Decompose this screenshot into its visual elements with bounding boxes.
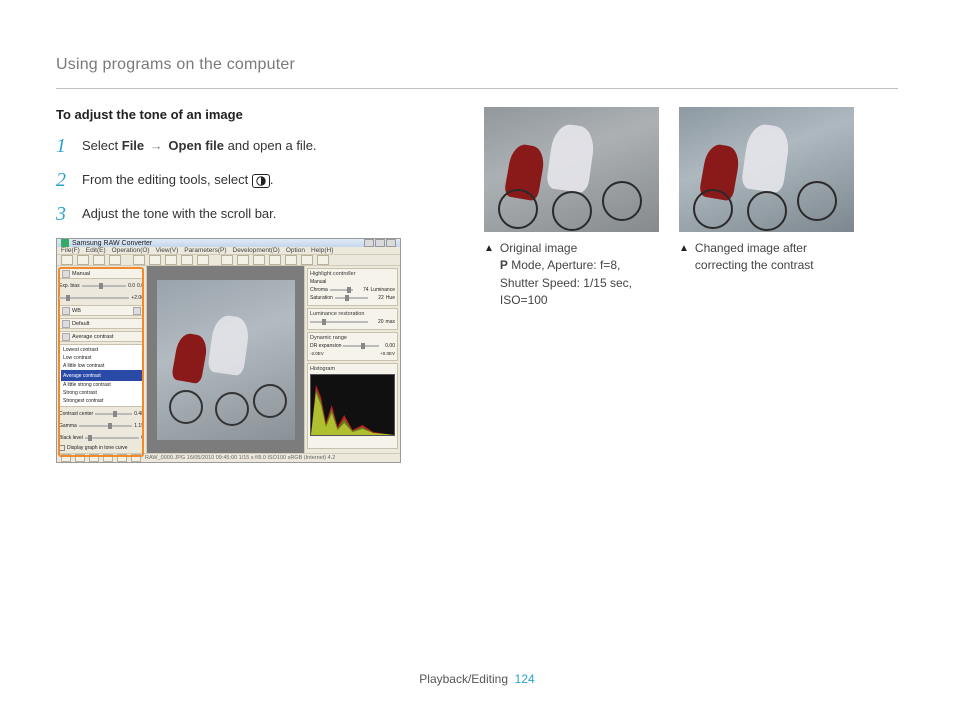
lp-wb[interactable]: WB xyxy=(72,308,81,314)
original-image xyxy=(484,107,659,232)
rp-chroma-label: Chroma xyxy=(310,287,328,293)
lp-gamma-label: Gamma xyxy=(59,423,77,429)
rp-lum-val: 20 xyxy=(370,319,384,325)
page-footer: Playback/Editing 124 xyxy=(0,672,954,686)
triangle-icon: ▲ xyxy=(484,240,494,310)
step-number: 3 xyxy=(56,204,72,224)
triangle-icon: ▲ xyxy=(679,240,689,275)
opt-low[interactable]: Low contrast xyxy=(61,354,142,362)
lp-gamma-value: 1.15 xyxy=(134,423,144,429)
section-title: Using programs on the computer xyxy=(56,56,898,74)
opt-strongest[interactable]: Strongest contrast xyxy=(61,397,142,405)
step-1: 1 Select File → Open file and open a fil… xyxy=(56,136,436,156)
rp-dr: Dynamic range xyxy=(310,335,395,341)
status-text: RAW_0000.JPG 16/05/2010 09:45:00 1/15 s … xyxy=(145,455,335,461)
menu-edit[interactable]: Edit(E) xyxy=(86,247,106,254)
rp-drexp-label: DR expansion xyxy=(310,343,341,349)
left-panel[interactable]: Manual Exp. bias0.00.0 +2.00 WB Default … xyxy=(57,266,147,453)
step-3: 3 Adjust the tone with the scroll bar. xyxy=(56,204,436,224)
menu-view[interactable]: View(V) xyxy=(156,247,179,254)
changed-image xyxy=(679,107,854,232)
cap-l2-b: P xyxy=(500,258,508,272)
footer-page: 124 xyxy=(515,672,535,686)
step-text: Select File → Open file and open a file. xyxy=(82,136,317,156)
histogram xyxy=(310,374,395,436)
rp-lum-label: Luminance xyxy=(371,287,395,293)
step-bold-openfile: Open file xyxy=(168,138,224,153)
opt-lowest[interactable]: Lowest contrast xyxy=(61,346,142,354)
lp-cc-value: 0.48 xyxy=(134,411,144,417)
step-text: Adjust the tone with the scroll bar. xyxy=(82,204,276,224)
step-number: 2 xyxy=(56,170,72,190)
cap-r1: Changed image after xyxy=(695,241,807,255)
rp-drexp-val: 0.00 xyxy=(381,343,395,349)
opt-strong[interactable]: Strong contrast xyxy=(61,389,142,397)
opt-average[interactable]: Average contrast xyxy=(61,370,142,381)
lp-default[interactable]: Default xyxy=(72,321,89,327)
step-post: and open a file. xyxy=(224,138,317,153)
original-caption: ▲ Original image P Mode, Aperture: f=8, … xyxy=(484,240,659,310)
app-menubar[interactable]: File(F) Edit(E) Operation(O) View(V) Par… xyxy=(57,247,400,254)
cap-l3: Shutter Speed: 1/15 sec, xyxy=(500,276,632,290)
changed-caption: ▲ Changed image after correcting the con… xyxy=(679,240,854,275)
rp-chroma-val: 74 xyxy=(355,287,369,293)
menu-file[interactable]: File(F) xyxy=(61,247,80,254)
rp-sat-label: Saturation xyxy=(310,295,333,301)
lp-expbias-label: Exp. bias xyxy=(59,283,80,289)
step-post: . xyxy=(270,172,274,187)
menu-option[interactable]: Option xyxy=(286,247,305,254)
lp-expbias-inc: 0.0 xyxy=(137,283,144,289)
rp-sat-val: 22 xyxy=(370,295,384,301)
lp-manual[interactable]: Manual xyxy=(72,271,90,277)
rp-dr-max: +0.0EV xyxy=(380,351,395,356)
arrow-icon: → xyxy=(148,138,165,153)
step-bold-file: File xyxy=(122,138,144,153)
divider xyxy=(56,88,898,89)
rp-lumrest: Luminance restoration xyxy=(310,311,395,317)
menu-development[interactable]: Development(D) xyxy=(233,247,280,254)
lp-black-value: 0 xyxy=(141,435,144,441)
opt-littlestrong[interactable]: A little strong contrast xyxy=(61,381,142,389)
step-pre: From the editing tools, select xyxy=(82,172,252,187)
opt-littlelow[interactable]: A little low contrast xyxy=(61,362,142,370)
lp-contrast[interactable]: Average contrast xyxy=(72,334,113,340)
lp-black-label: Black level xyxy=(59,435,83,441)
cap-l2: Mode, Aperture: f=8, xyxy=(508,258,620,272)
subheading: To adjust the tone of an image xyxy=(56,107,436,122)
rp-histogram-label: Histogram xyxy=(310,366,395,372)
rp-dr-min: -2.0EV xyxy=(310,351,324,356)
contrast-icon xyxy=(252,174,270,188)
menu-parameters[interactable]: Parameters(P) xyxy=(184,247,226,254)
app-title: Samsung RAW Converter xyxy=(72,240,152,247)
step-pre: Select xyxy=(82,138,122,153)
steps-list: 1 Select File → Open file and open a fil… xyxy=(56,136,436,224)
footer-section: Playback/Editing xyxy=(419,672,508,686)
step-text: From the editing tools, select . xyxy=(82,170,273,190)
lp-checkbox[interactable]: Display graph in tone curve xyxy=(67,445,128,451)
right-panel[interactable]: Highlight controller Manual Chroma74Lumi… xyxy=(304,266,400,453)
image-canvas[interactable] xyxy=(147,266,304,453)
app-toolbar[interactable] xyxy=(57,254,400,266)
rp-highlight: Highlight controller xyxy=(310,271,395,277)
rp-manual[interactable]: Manual xyxy=(310,279,326,285)
lp-cc-label: Contrast center xyxy=(59,411,93,417)
step-number: 1 xyxy=(56,136,72,156)
lp-expbias-value: 0.0 xyxy=(128,283,135,289)
rp-hue-label: Hue xyxy=(386,295,395,301)
menu-operation[interactable]: Operation(O) xyxy=(112,247,150,254)
preview-image xyxy=(157,280,295,440)
app-screenshot: Samsung RAW Converter File(F) Edit(E) Op… xyxy=(56,238,401,463)
app-titlebar: Samsung RAW Converter xyxy=(57,239,400,247)
menu-help[interactable]: Help(H) xyxy=(311,247,333,254)
window-buttons[interactable] xyxy=(364,239,396,247)
app-statusbar: RAW_0000.JPG 16/05/2010 09:45:00 1/15 s … xyxy=(57,453,400,462)
step-2: 2 From the editing tools, select . xyxy=(56,170,436,190)
cap-l4: ISO=100 xyxy=(500,293,548,307)
cap-r2: correcting the contrast xyxy=(695,258,814,272)
cap-l1: Original image xyxy=(500,241,577,255)
